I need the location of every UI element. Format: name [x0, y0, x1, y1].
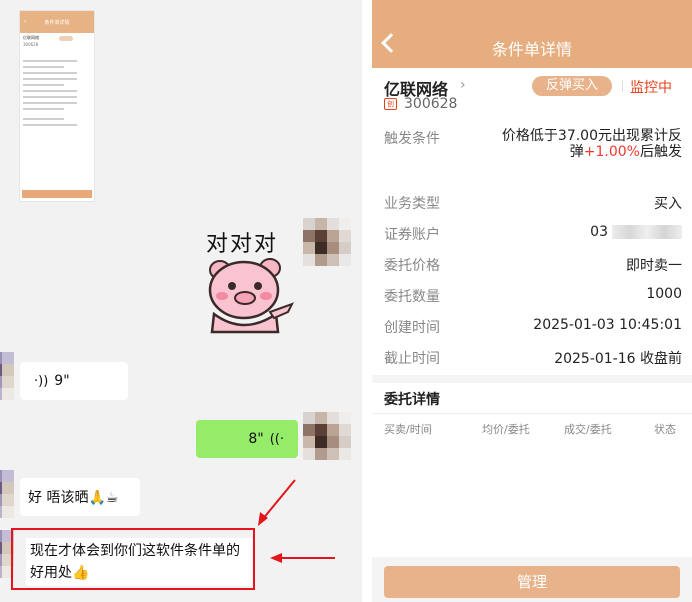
- avatar[interactable]: [303, 218, 351, 266]
- thumbnail-line: [23, 66, 64, 68]
- row-value: 买入: [654, 196, 682, 212]
- voice-wave-icon: ·)): [34, 373, 49, 389]
- redacted-block: [612, 225, 682, 239]
- voice-message-incoming[interactable]: ·)) 9": [20, 362, 128, 400]
- account-value: 03: [590, 224, 682, 240]
- market-tag: 创: [384, 98, 397, 110]
- avatar[interactable]: [303, 412, 351, 460]
- row-value: 2025-01-16 收盘前: [554, 351, 682, 367]
- thumbnail-code: 300628: [23, 42, 39, 47]
- thumbnail-line: [23, 78, 78, 80]
- row-label: 截止时间: [384, 351, 440, 367]
- thumbnail-stock: 亿联网络: [23, 35, 39, 40]
- divider: [372, 413, 692, 414]
- thumbnail-line: [23, 96, 78, 98]
- entrust-details-section: 委托详情 买卖/时间 均价/委托 成交/委托 状态: [372, 383, 692, 557]
- page-title: 条件单详情: [491, 40, 572, 59]
- avatar[interactable]: [0, 352, 14, 400]
- row-value: 即时卖一: [626, 258, 682, 274]
- column-header: 状态: [654, 423, 676, 436]
- thumbnail-line: [23, 118, 64, 120]
- chat-panel: ‹ 条件单详情 亿联网络 300628 对对对 ·)) 9" 8" ((· 好 …: [0, 0, 362, 602]
- column-header: 均价/委托: [482, 423, 530, 436]
- divider: [622, 80, 623, 92]
- voice-message-outgoing[interactable]: 8" ((·: [196, 420, 298, 458]
- column-header: 成交/委托: [564, 423, 612, 436]
- thumbnail-line: [23, 124, 78, 126]
- manage-button[interactable]: 管理: [384, 566, 680, 598]
- thumbnail-body: [20, 53, 94, 133]
- thumbnail-line: [23, 84, 64, 86]
- thumbnail-back-icon: ‹: [24, 18, 27, 25]
- column-header: 买卖/时间: [384, 423, 432, 436]
- thumbnail-line: [23, 102, 78, 104]
- order-type-badge: 反弹买入: [532, 76, 612, 96]
- order-detail-card: 亿联网络 › 创 300628 反弹买入 监控中 触发条件 价格低于37.00元…: [372, 68, 692, 375]
- thumbnail-manage-button: [22, 190, 92, 198]
- stock-code: 300628: [404, 96, 458, 112]
- thumbnail-badge: [59, 36, 73, 41]
- voice-wave-icon: ((·: [269, 431, 284, 447]
- trigger-label: 触发条件: [384, 131, 440, 147]
- avatar[interactable]: [0, 470, 14, 518]
- app-header: 条件单详情: [372, 0, 692, 68]
- text-message[interactable]: 好 唔该晒🙏☕: [20, 478, 140, 516]
- chevron-right-icon[interactable]: ›: [460, 77, 466, 93]
- message-text: 好 唔该晒🙏☕: [28, 490, 119, 506]
- thumbnail-line: [23, 60, 78, 62]
- thumbnail-title: 条件单详情: [44, 19, 70, 26]
- row-label: 委托价格: [384, 258, 440, 274]
- row-label: 委托数量: [384, 289, 440, 305]
- row-label: 业务类型: [384, 196, 440, 212]
- trigger-percent: +1.00%: [583, 144, 640, 160]
- screenshot-root: ‹ 条件单详情 亿联网络 300628 对对对 ·)) 9" 8" ((· 好 …: [0, 0, 692, 602]
- annotation-box: [11, 528, 255, 590]
- pig-sticker-icon[interactable]: [200, 252, 296, 336]
- voice-duration: 9": [54, 373, 70, 389]
- trigger-condition: 价格低于37.00元出现累计反弹+1.00%后触发: [492, 128, 682, 160]
- row-label: 创建时间: [384, 320, 440, 336]
- row-value: 2025-01-03 10:45:01: [533, 317, 682, 333]
- account-prefix: 03: [590, 224, 608, 240]
- row-label: 证券账户: [384, 227, 440, 243]
- conditional-order-detail-screen: 条件单详情 亿联网络 › 创 300628 反弹买入 监控中 触发条件 价格低于…: [372, 0, 692, 602]
- trigger-text: 后触发: [640, 144, 682, 160]
- thumbnail-line: [23, 72, 78, 74]
- thumbnail-header: ‹ 条件单详情: [20, 11, 94, 33]
- shared-screenshot-thumbnail[interactable]: ‹ 条件单详情 亿联网络 300628: [19, 10, 95, 202]
- status-badge: 监控中: [630, 80, 672, 96]
- row-value: 1000: [646, 286, 682, 302]
- panel-gap: [362, 0, 372, 602]
- voice-duration: 8": [248, 431, 264, 447]
- thumbnail-line: [23, 108, 64, 110]
- section-title: 委托详情: [384, 392, 440, 408]
- thumbnail-line: [23, 90, 78, 92]
